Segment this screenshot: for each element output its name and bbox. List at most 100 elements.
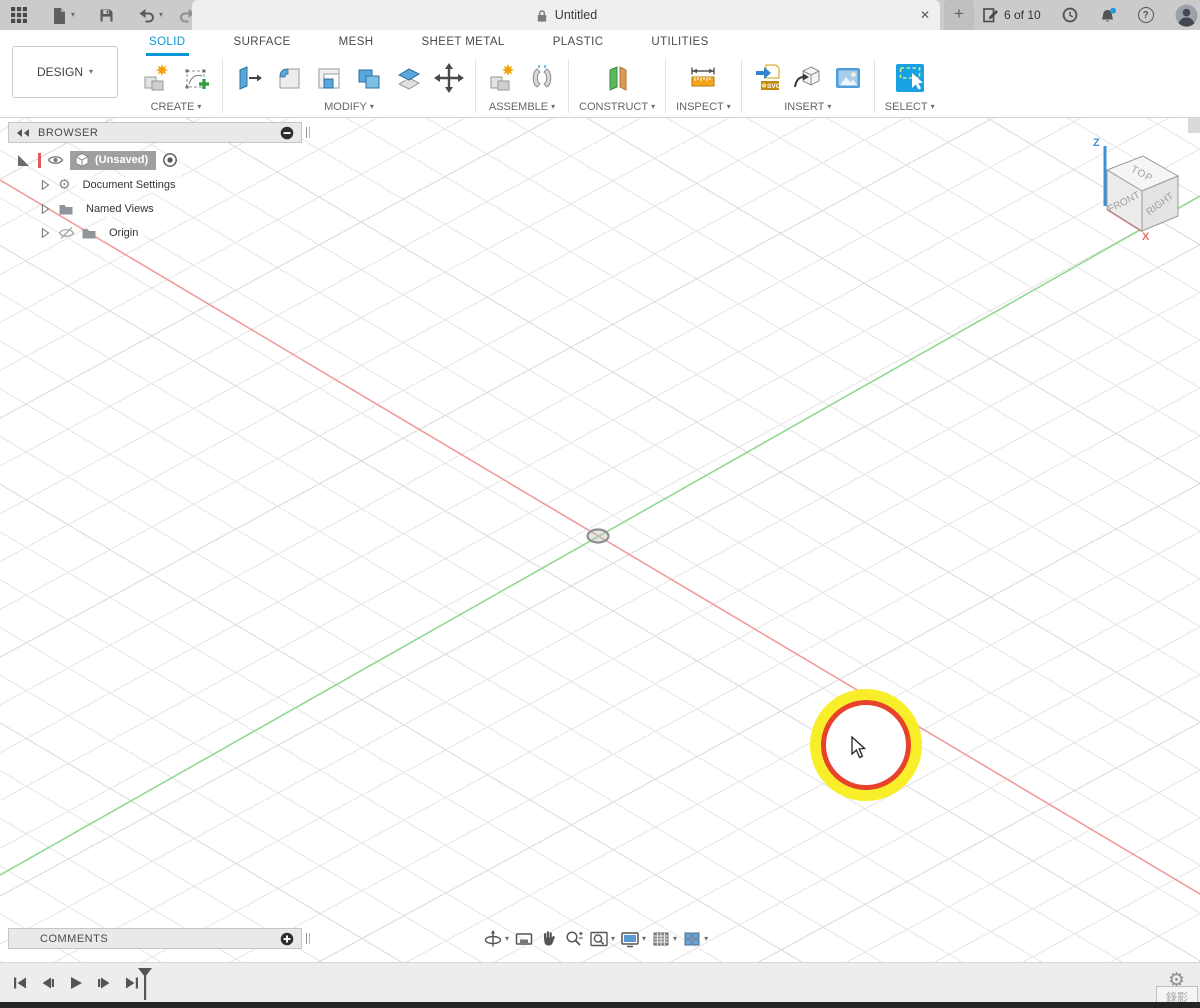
joint-icon[interactable]	[526, 62, 558, 94]
assemble-dropdown[interactable]: ASSEMBLE ▾	[489, 101, 555, 113]
bell-icon[interactable]	[1099, 7, 1117, 24]
browser-panel-header[interactable]: BROWSER	[8, 122, 302, 143]
play-button[interactable]	[68, 975, 84, 991]
step-back-button[interactable]	[40, 975, 56, 991]
title-bar: ▾ ▾ ▾ Untitled ✕	[0, 0, 1200, 30]
pan-hand-icon	[544, 931, 555, 946]
chevron-down-icon: ▾	[369, 102, 374, 111]
inspect-dropdown[interactable]: INSPECT ▾	[676, 101, 731, 113]
panel-drag-grip[interactable]	[306, 933, 310, 944]
undo-button[interactable]: ▾	[138, 7, 163, 23]
avatar[interactable]	[1175, 4, 1198, 27]
insert-dropdown[interactable]: INSERT ▾	[784, 101, 831, 113]
orbit-tool[interactable]: ▾	[483, 929, 509, 949]
browser-row-origin[interactable]: Origin	[38, 224, 145, 242]
viewports-icon	[684, 932, 700, 946]
close-tab-icon[interactable]: ✕	[920, 7, 930, 23]
chevron-down-icon: ▾	[827, 102, 832, 111]
select-dropdown[interactable]: SELECT ▾	[885, 101, 935, 113]
group-construct: CONSTRUCT ▾	[569, 56, 665, 116]
tab-solid[interactable]: SOLID	[146, 31, 189, 56]
tab-sheet-metal[interactable]: SHEET METAL	[418, 31, 507, 56]
collapse-panel-icon[interactable]	[16, 128, 30, 138]
construct-dropdown[interactable]: CONSTRUCT ▾	[579, 101, 655, 113]
active-component-bar	[38, 152, 41, 168]
combine-icon[interactable]	[353, 62, 385, 94]
lock-icon	[537, 9, 546, 22]
browser-root-row[interactable]: (Unsaved)	[16, 150, 178, 170]
timeline-bar: ⚙	[0, 962, 1200, 1002]
timeline-position-marker[interactable]	[137, 967, 153, 1001]
group-inspect: INSPECT ▾	[666, 56, 741, 116]
group-select: SELECT ▾	[875, 56, 945, 116]
construct-plane-icon[interactable]	[601, 62, 633, 94]
press-pull-icon[interactable]	[233, 62, 265, 94]
comments-panel-title: COMMENTS	[40, 932, 109, 945]
new-tab-button[interactable]: +	[944, 0, 974, 30]
look-at-tool[interactable]	[514, 929, 534, 949]
minimize-panel-icon[interactable]	[280, 126, 294, 140]
fit-tool[interactable]: ▾	[589, 929, 615, 949]
modify-dropdown[interactable]: MODIFY ▾	[324, 101, 374, 113]
expand-arrow-icon[interactable]	[38, 225, 52, 241]
zoom-tool[interactable]	[564, 929, 584, 949]
viewports-tool[interactable]: ▾	[682, 929, 708, 949]
browser-panel-title: BROWSER	[38, 126, 99, 139]
new-component-icon[interactable]	[140, 62, 172, 94]
step-forward-button[interactable]	[96, 975, 112, 991]
clock-icon[interactable]	[1062, 7, 1078, 23]
measure-icon[interactable]	[687, 62, 719, 94]
shell-icon[interactable]	[313, 62, 345, 94]
pan-tool[interactable]	[539, 929, 559, 949]
save-icon[interactable]	[98, 7, 115, 24]
browser-row-document-settings[interactable]: ⚙ Document Settings	[38, 176, 182, 194]
tab-mesh[interactable]: MESH	[336, 31, 377, 56]
browser-row-named-views[interactable]: Named Views	[38, 200, 160, 218]
tab-plastic[interactable]: PLASTIC	[550, 31, 607, 56]
view-cube[interactable]: Z TOP FRONT RIGHT X	[1085, 130, 1200, 245]
tab-surface[interactable]: SURFACE	[231, 31, 294, 56]
select-icon[interactable]	[893, 61, 927, 95]
group-assemble: ASSEMBLE ▾	[476, 56, 568, 116]
chevron-down-icon: ▾	[673, 934, 678, 943]
expand-arrow-icon[interactable]	[38, 201, 52, 217]
chevron-down-icon: ▾	[611, 934, 616, 943]
visibility-off-eye-icon[interactable]	[58, 226, 75, 240]
tab-utilities[interactable]: UTILITIES	[648, 31, 711, 56]
x-axis-label: X	[1142, 231, 1150, 243]
root-component-chip[interactable]: (Unsaved)	[70, 150, 157, 170]
split-body-icon[interactable]	[393, 62, 425, 94]
expand-arrow-icon[interactable]	[38, 177, 52, 193]
panel-drag-grip[interactable]	[306, 127, 310, 138]
bottom-edge-strip	[0, 1002, 1200, 1008]
app-grid-icon[interactable]	[9, 5, 29, 25]
chevron-down-icon: ▾	[704, 934, 709, 943]
expand-comments-icon[interactable]	[280, 932, 294, 946]
new-component-icon[interactable]	[486, 62, 518, 94]
group-modify: MODIFY ▾	[223, 56, 475, 116]
insert-svg-icon[interactable]: SVG	[752, 62, 784, 94]
file-menu-button[interactable]: ▾	[50, 6, 75, 25]
origin-marker[interactable]	[586, 528, 610, 544]
comments-panel-header[interactable]: COMMENTS	[8, 928, 302, 949]
create-sketch-icon[interactable]	[180, 62, 212, 94]
document-tab[interactable]: Untitled ✕	[192, 0, 940, 30]
3d-viewport[interactable]: Z TOP FRONT RIGHT X BROWSER (Unsaved) ⚙ …	[0, 118, 1200, 962]
display-settings-tool[interactable]: ▾	[620, 929, 646, 949]
visibility-eye-icon[interactable]	[47, 154, 64, 166]
fillet-icon[interactable]	[273, 62, 305, 94]
move-icon[interactable]	[433, 62, 465, 94]
workspace-tabs: SOLID SURFACE MESH SHEET METAL PLASTIC U…	[146, 30, 712, 56]
design-workspace-button[interactable]: DESIGN ▾	[12, 46, 118, 98]
grid-settings-tool[interactable]: ▾	[651, 929, 677, 949]
job-status[interactable]: 6 of 10	[982, 7, 1041, 23]
document-title: Untitled	[554, 8, 598, 22]
chevron-down-icon: ▾	[505, 934, 510, 943]
skip-start-button[interactable]	[12, 975, 28, 991]
help-icon[interactable]: ?	[1137, 7, 1154, 23]
create-dropdown[interactable]: CREATE ▾	[151, 101, 202, 113]
chevron-down-icon: ▾	[642, 934, 647, 943]
canvas-icon[interactable]	[832, 62, 864, 94]
activate-component-radio[interactable]	[162, 152, 178, 168]
insert-mesh-icon[interactable]	[792, 62, 824, 94]
